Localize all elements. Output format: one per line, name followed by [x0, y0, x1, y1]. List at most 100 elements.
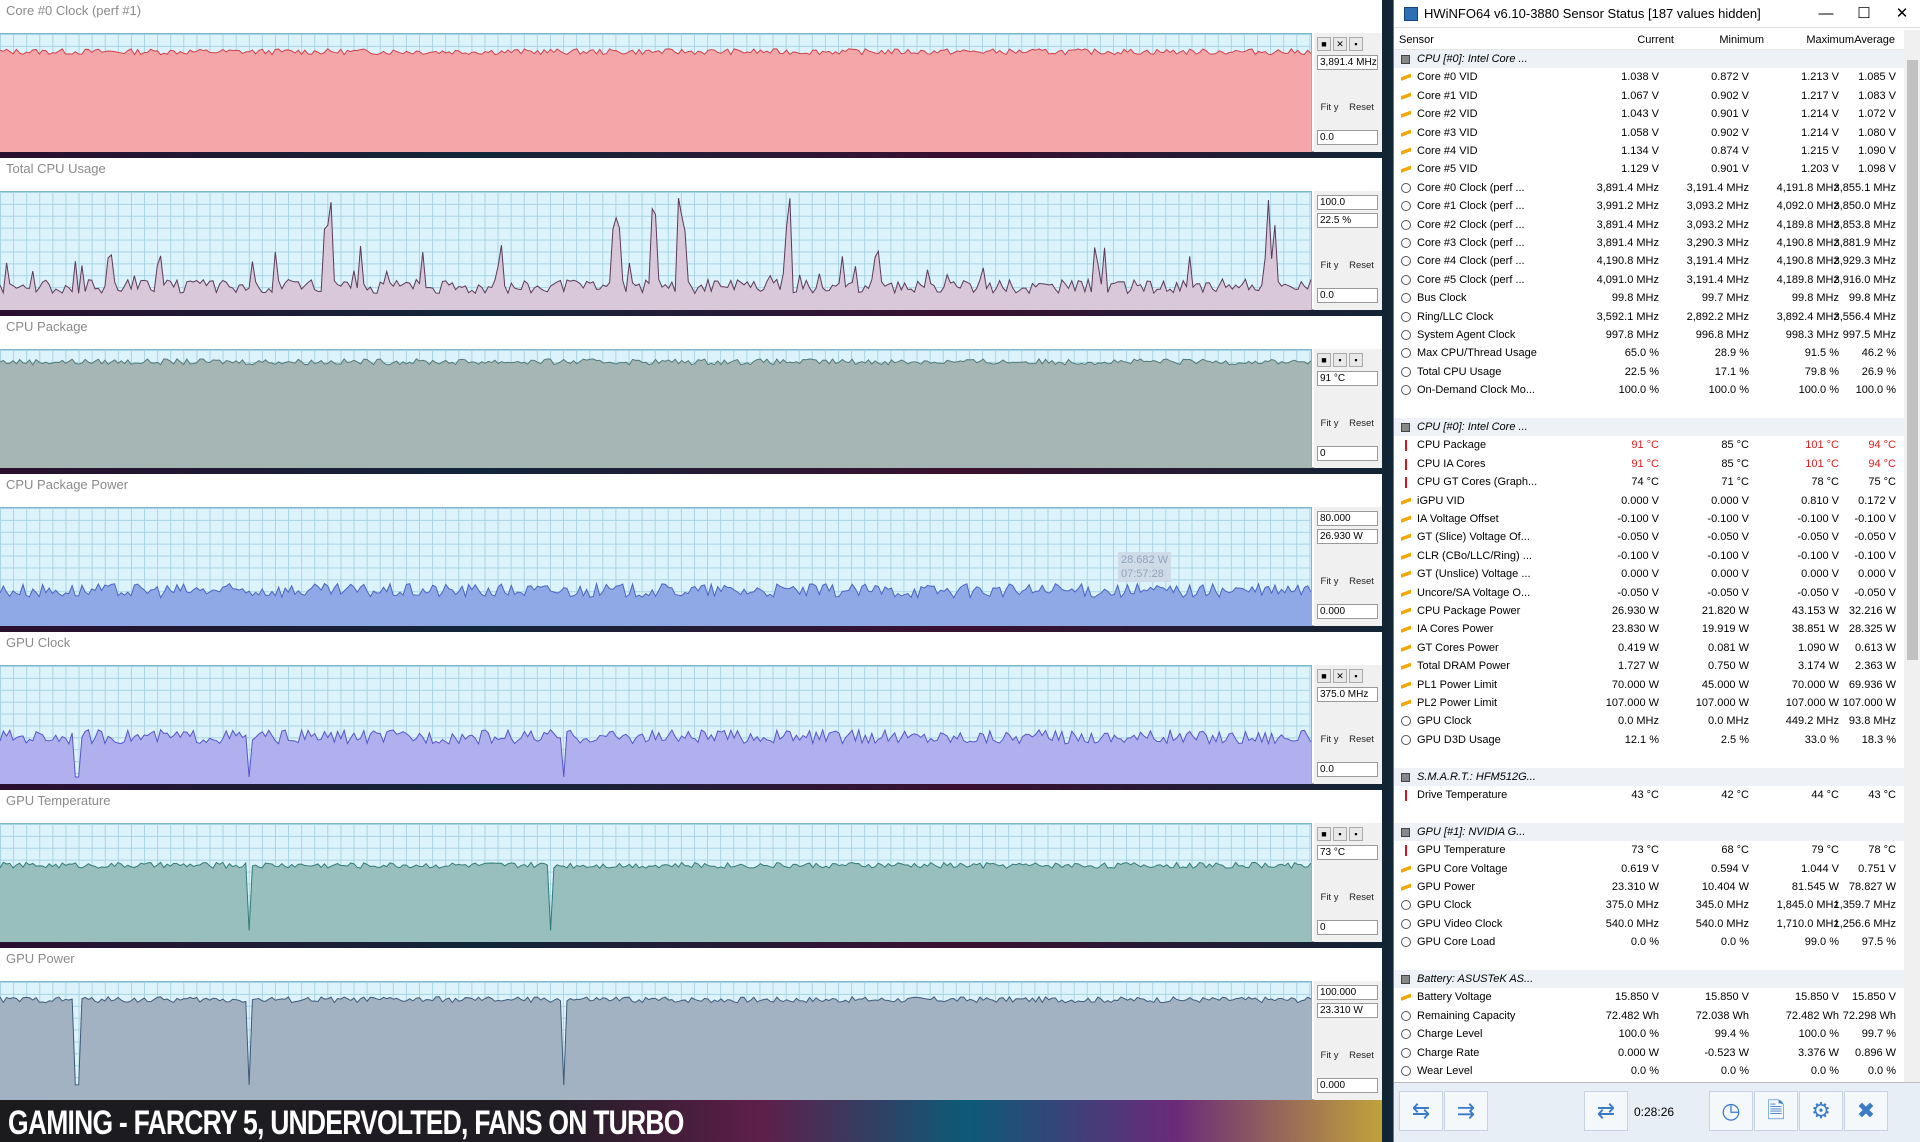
- close-button[interactable]: ✕: [1887, 3, 1917, 25]
- graph-mini-button[interactable]: ▪: [1333, 827, 1347, 841]
- sensor-row[interactable]: Charge Level 100.0 % 99.4 % 100.0 % 99.7 %: [1394, 1025, 1904, 1043]
- minimize-button[interactable]: —: [1811, 3, 1841, 25]
- sensor-row[interactable]: Uncore/SA Voltage O... -0.050 V -0.050 V -0…: [1394, 584, 1904, 602]
- sensor-row[interactable]: GPU Temperature 73 °C 68 °C 79 °C 78 °C: [1394, 841, 1904, 859]
- col-average[interactable]: Average: [1834, 34, 1895, 46]
- sensor-row[interactable]: Wear Level 0.0 % 0.0 % 0.0 % 0.0 %: [1394, 1062, 1904, 1080]
- network-sync-icon[interactable]: ⇄: [1584, 1091, 1628, 1131]
- sensor-row[interactable]: Core #3 VID 1.058 V 0.902 V 1.214 V 1.080 V: [1394, 124, 1904, 142]
- sensor-group-header[interactable]: CPU [#0]: Intel Core ...: [1394, 418, 1904, 437]
- sensor-row[interactable]: System Agent Clock 997.8 MHz 996.8 MHz 998.…: [1394, 326, 1904, 344]
- current-value: 100.0 %: [1618, 1028, 1659, 1041]
- average-value: 1.072 V: [1858, 108, 1896, 121]
- sensor-row[interactable]: Core #1 Clock (perf ... 3,991.2 MHz 3,093.…: [1394, 197, 1904, 215]
- sensor-row[interactable]: PL2 Power Limit 107.000 W 107.000 W 107.000…: [1394, 694, 1904, 712]
- sensor-row[interactable]: GT (Slice) Voltage Of... -0.050 V -0.050 V…: [1394, 528, 1904, 546]
- sensor-row[interactable]: Remaining Capacity 72.482 Wh 72.038 Wh 72.4…: [1394, 1007, 1904, 1025]
- sensor-row[interactable]: GPU Video Clock 540.0 MHz 540.0 MHz 1,710.0…: [1394, 915, 1904, 933]
- sensor-row[interactable]: Core #5 VID 1.129 V 0.901 V 1.203 V 1.098 V: [1394, 160, 1904, 178]
- sensor-row[interactable]: Total DRAM Power 1.727 W 0.750 W 3.174 W 2.3…: [1394, 657, 1904, 675]
- vertical-scrollbar[interactable]: [1904, 30, 1920, 1082]
- sensor-row[interactable]: Battery Voltage 15.850 V 15.850 V 15.850 V1…: [1394, 988, 1904, 1006]
- sensor-row[interactable]: PL1 Power Limit 70.000 W 45.000 W 70.000 W6…: [1394, 676, 1904, 694]
- reset-button[interactable]: Reset: [1345, 1046, 1378, 1063]
- sensor-row[interactable]: Core #4 VID 1.134 V 0.874 V 1.215 V 1.090 V: [1394, 142, 1904, 160]
- average-value: 1,359.7 MHz: [1833, 899, 1896, 912]
- graph-mini-button[interactable]: ▪: [1333, 353, 1347, 367]
- sensor-group-header[interactable]: Battery: ASUSTeK AS...: [1394, 970, 1904, 989]
- sensor-row[interactable]: CPU GT Cores (Graph... 74 °C 71 °C 78 °C 75 …: [1394, 473, 1904, 491]
- sensor-row[interactable]: Total CPU Usage 22.5 % 17.1 % 79.8 % 26.9 %: [1394, 363, 1904, 381]
- graph-mini-button[interactable]: ▪: [1349, 37, 1363, 51]
- sensor-row[interactable]: GPU D3D Usage 12.1 % 2.5 % 33.0 % 18.3 %: [1394, 731, 1904, 749]
- reset-button[interactable]: Reset: [1345, 256, 1378, 273]
- sensor-group-header[interactable]: GPU [#1]: NVIDIA G...: [1394, 822, 1904, 842]
- sensor-group-header[interactable]: CPU [#0]: Intel Core ...: [1394, 50, 1904, 69]
- sensor-row[interactable]: Ring/LLC Clock 3,592.1 MHz 2,892.2 MHz 3,89…: [1394, 308, 1904, 326]
- graph-mini-button[interactable]: ■: [1317, 827, 1331, 841]
- minimum-value: 15.850 V: [1704, 991, 1749, 1004]
- sensor-row[interactable]: On-Demand Clock Mo... 100.0 % 100.0 % 100.0…: [1394, 381, 1904, 399]
- fit-y-button[interactable]: Fit y: [1317, 888, 1342, 905]
- fit-y-button[interactable]: Fit y: [1317, 256, 1342, 273]
- graph-mini-button[interactable]: ▪: [1349, 669, 1363, 683]
- sensor-row[interactable]: Core #2 VID 1.043 V 0.901 V 1.214 V 1.072 V: [1394, 105, 1904, 123]
- fit-y-button[interactable]: Fit y: [1317, 730, 1342, 747]
- sensor-group-header[interactable]: S.M.A.R.T.: HFM512G...: [1394, 767, 1904, 786]
- sensor-row[interactable]: GPU Clock 375.0 MHz 345.0 MHz 1,845.0 MHz 1,…: [1394, 896, 1904, 914]
- col-minimum[interactable]: Minimum: [1674, 34, 1764, 46]
- sensor-row[interactable]: GPU Core Load 0.0 % 0.0 % 99.0 % 97.5 %: [1394, 933, 1904, 951]
- sensor-row[interactable]: Core #0 Clock (perf ... 3,891.4 MHz 3,191.…: [1394, 179, 1904, 197]
- fit-y-button[interactable]: Fit y: [1317, 414, 1342, 431]
- maximize-button[interactable]: ☐: [1849, 3, 1879, 25]
- graph-mini-button[interactable]: ▪: [1349, 353, 1363, 367]
- current-value: 1.038 V: [1621, 71, 1659, 84]
- sensor-row[interactable]: IA Cores Power 23.830 W 19.919 W 38.851 W 28…: [1394, 620, 1904, 638]
- reset-button[interactable]: Reset: [1345, 414, 1378, 431]
- graph-mini-button[interactable]: ✕: [1333, 669, 1347, 683]
- clock-timer-icon[interactable]: ◷: [1709, 1091, 1753, 1131]
- sensor-row[interactable]: Bus Clock 99.8 MHz 99.7 MHz 99.8 MHz 99.8 MH…: [1394, 289, 1904, 307]
- reset-button[interactable]: Reset: [1345, 888, 1378, 905]
- graph-mini-button[interactable]: ■: [1317, 353, 1331, 367]
- sensor-row[interactable]: GPU Core Voltage 0.619 V 0.594 V 1.044 V 0.7…: [1394, 860, 1904, 878]
- nav-skip-icon[interactable]: ⇉: [1444, 1091, 1488, 1131]
- report-icon[interactable]: 🗎: [1754, 1091, 1798, 1131]
- sensor-row[interactable]: Core #1 VID 1.067 V 0.902 V 1.217 V 1.083 V: [1394, 87, 1904, 105]
- reset-button[interactable]: Reset: [1345, 572, 1378, 589]
- sensor-row[interactable]: CPU IA Cores 91 °C 85 °C 101 °C 94 °C: [1394, 455, 1904, 473]
- nav-back-forward-icon[interactable]: ⇆: [1399, 1091, 1443, 1131]
- close-x-icon[interactable]: ✖: [1844, 1091, 1888, 1131]
- reset-button[interactable]: Reset: [1345, 730, 1378, 747]
- sensor-row[interactable]: Core #4 Clock (perf ... 4,190.8 MHz 3,191.…: [1394, 252, 1904, 270]
- sensor-row[interactable]: IA Voltage Offset -0.100 V -0.100 V -0.100 …: [1394, 510, 1904, 528]
- graph-mini-button[interactable]: ■: [1317, 37, 1331, 51]
- sensor-row[interactable]: CLR (CBo/LLC/Ring) ... -0.100 V -0.100 V -0…: [1394, 547, 1904, 565]
- sensor-row[interactable]: Max CPU/Thread Usage 65.0 % 28.9 % 91.5 % 46…: [1394, 344, 1904, 362]
- sensor-row[interactable]: GPU Clock 0.0 MHz 0.0 MHz 449.2 MHz 93.8 MHz: [1394, 712, 1904, 730]
- graph-mini-button[interactable]: ✕: [1333, 37, 1347, 51]
- col-sensor[interactable]: Sensor: [1399, 34, 1434, 46]
- sensor-row[interactable]: GPU Power 23.310 W 10.404 W 81.545 W 78.827 …: [1394, 878, 1904, 896]
- fit-y-button[interactable]: Fit y: [1317, 572, 1342, 589]
- sensor-row[interactable]: iGPU VID 0.000 V 0.000 V 0.810 V 0.172 V: [1394, 492, 1904, 510]
- col-current[interactable]: Current: [1584, 34, 1674, 46]
- settings-gear-icon[interactable]: ⚙: [1799, 1091, 1843, 1131]
- sensor-row[interactable]: Charge Rate 0.000 W -0.523 W 3.376 W 0.896 W: [1394, 1044, 1904, 1062]
- fit-y-button[interactable]: Fit y: [1317, 98, 1342, 115]
- sensor-row[interactable]: Core #2 Clock (perf ... 3,891.4 MHz 3,093.…: [1394, 216, 1904, 234]
- reset-button[interactable]: Reset: [1345, 98, 1378, 115]
- scrollbar-thumb[interactable]: [1907, 60, 1918, 660]
- sensor-row[interactable]: GT Cores Power 0.419 W 0.081 W 1.090 W 0.613…: [1394, 639, 1904, 657]
- graph-mini-button[interactable]: ▪: [1349, 827, 1363, 841]
- fit-y-button[interactable]: Fit y: [1317, 1046, 1342, 1063]
- sensor-row[interactable]: Core #0 VID 1.038 V 0.872 V 1.213 V 1.085 V: [1394, 68, 1904, 86]
- sensor-row[interactable]: Drive Temperature 43 °C 42 °C 44 °C 43 °C: [1394, 786, 1904, 804]
- graph-mini-button[interactable]: ■: [1317, 669, 1331, 683]
- sensor-row[interactable]: GT (Unslice) Voltage ... 0.000 V 0.000 V 0.…: [1394, 565, 1904, 583]
- sensor-row[interactable]: Core #3 Clock (perf ... 3,891.4 MHz 3,290.…: [1394, 234, 1904, 252]
- sensor-row[interactable]: CPU Package 91 °C 85 °C 101 °C 94 °C: [1394, 436, 1904, 454]
- sensor-row[interactable]: Core #5 Clock (perf ... 4,091.0 MHz 3,191.…: [1394, 271, 1904, 289]
- sensor-row[interactable]: CPU Package Power 26.930 W 21.820 W 43.153 …: [1394, 602, 1904, 620]
- graph-title: GPU Temperature: [6, 793, 111, 808]
